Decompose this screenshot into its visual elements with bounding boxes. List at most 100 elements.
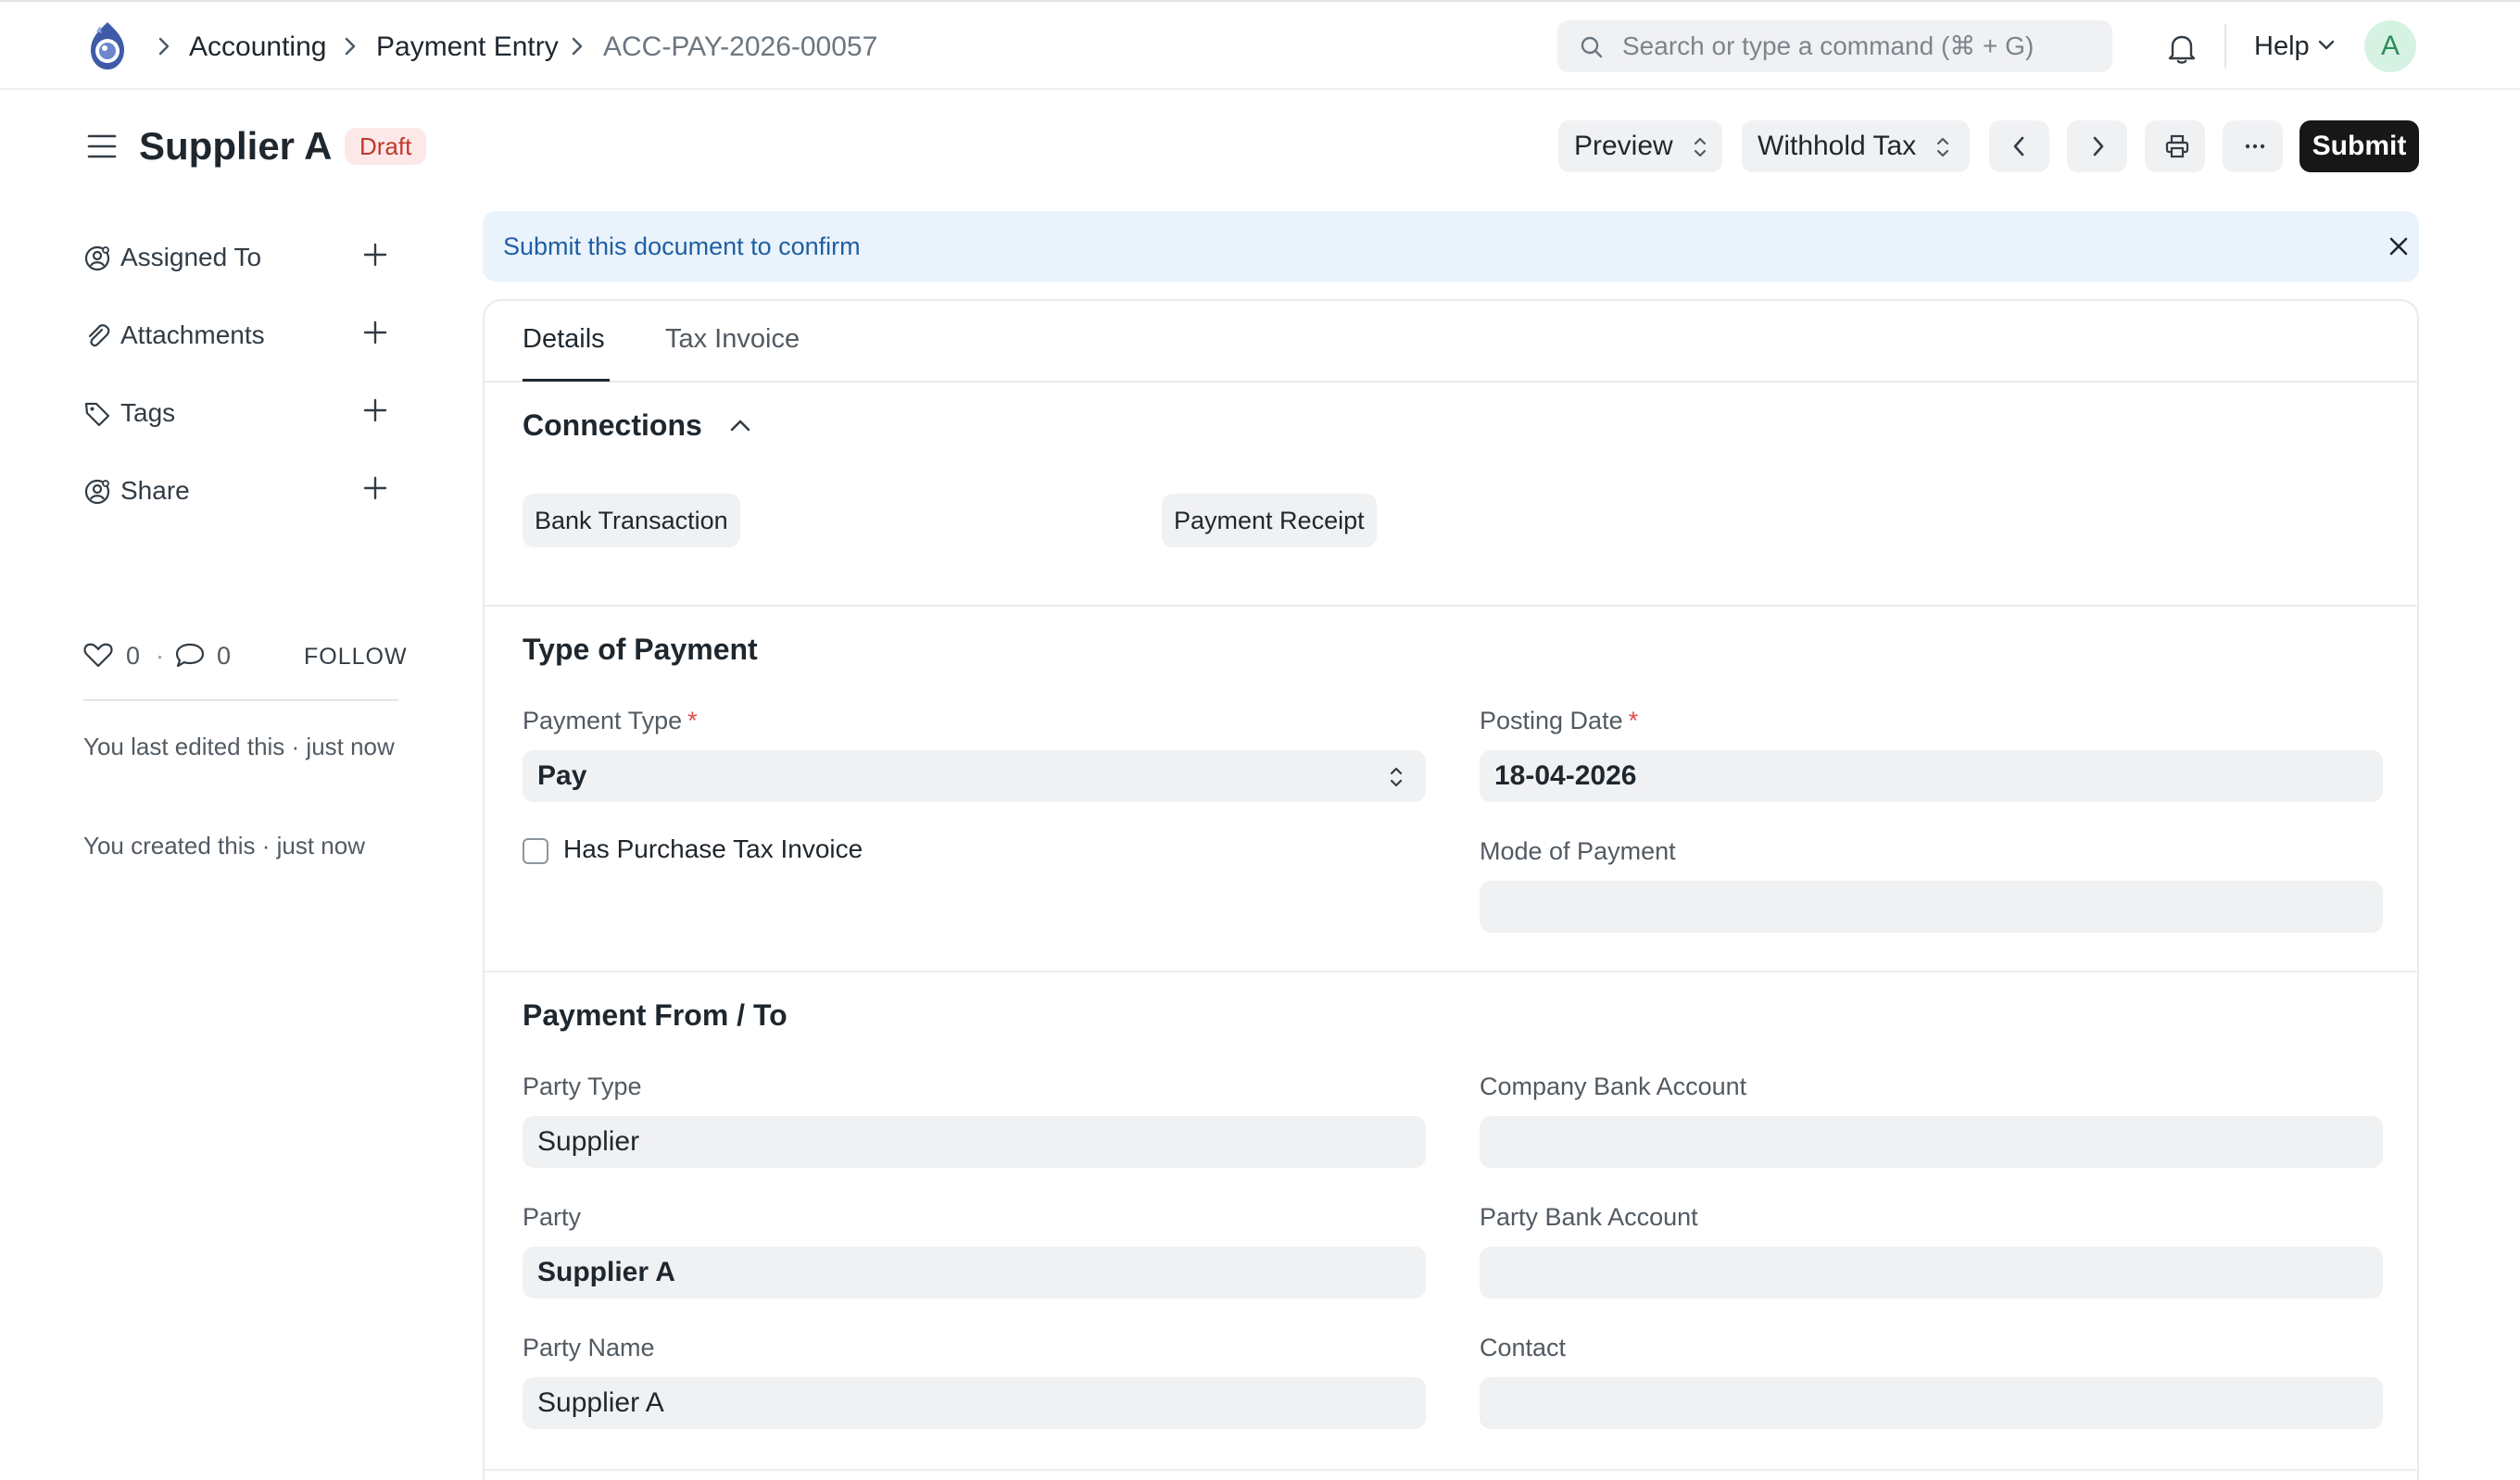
tab-tax-invoice[interactable]: Tax Invoice xyxy=(665,320,800,358)
print-button[interactable] xyxy=(2145,120,2205,172)
next-document-button[interactable] xyxy=(2067,120,2127,172)
section-divider xyxy=(485,1469,2417,1471)
chevron-left-icon xyxy=(2013,136,2024,157)
add-attachment-icon[interactable] xyxy=(361,319,389,351)
previous-document-button[interactable] xyxy=(1989,120,2049,172)
paperclip-icon xyxy=(83,322,111,355)
party-bank-account-label: Party Bank Account xyxy=(1480,1203,1698,1231)
status-badge: Draft xyxy=(345,128,427,165)
party-bank-account-input[interactable] xyxy=(1480,1247,2383,1298)
submit-reminder-alert: Submit this document to confirm xyxy=(483,211,2419,282)
breadcrumb-document-id[interactable]: ACC-PAY-2026-00057 xyxy=(603,29,877,66)
search-icon xyxy=(1581,36,1603,58)
posting-date-input[interactable]: 18-04-2026 xyxy=(1480,750,2383,802)
active-tab-indicator xyxy=(523,379,610,382)
sidebar-item-label: Assigned To xyxy=(120,243,262,271)
updown-icon xyxy=(1694,137,1707,157)
section-divider xyxy=(485,971,2417,972)
sidebar-item-assigned-to[interactable]: Assigned To xyxy=(83,237,398,278)
app-logo-icon[interactable] xyxy=(80,19,135,74)
add-assignment-icon[interactable] xyxy=(361,241,389,273)
party-type-value: Supplier xyxy=(537,1126,640,1157)
user-assign-icon xyxy=(83,245,111,277)
help-menu-button[interactable]: Help xyxy=(2254,28,2310,65)
chevron-right-icon xyxy=(2093,136,2104,157)
party-value: Supplier A xyxy=(537,1257,675,1287)
withhold-tax-button-label: Withhold Tax xyxy=(1758,131,1917,161)
preview-button-label: Preview xyxy=(1574,131,1673,161)
type-of-payment-section-title: Type of Payment xyxy=(523,633,758,666)
likes-count: 0 xyxy=(126,642,141,670)
alert-message: Submit this document to confirm xyxy=(503,232,861,260)
required-marker: * xyxy=(1628,707,1639,734)
sidebar-item-tags[interactable]: Tags xyxy=(83,393,398,433)
submit-button[interactable]: Submit xyxy=(2300,120,2419,172)
required-marker: * xyxy=(687,707,698,734)
heart-icon[interactable] xyxy=(83,641,113,673)
payment-type-label-text: Payment Type xyxy=(523,707,683,734)
breadcrumb-accounting[interactable]: Accounting xyxy=(189,29,326,66)
company-bank-account-label: Company Bank Account xyxy=(1480,1072,1747,1100)
breadcrumb-payment-entry[interactable]: Payment Entry xyxy=(376,29,559,66)
section-divider xyxy=(485,605,2417,607)
user-avatar[interactable]: A xyxy=(2364,20,2416,72)
updown-icon xyxy=(1936,137,1949,157)
more-actions-button[interactable] xyxy=(2223,120,2283,172)
contact-label: Contact xyxy=(1480,1334,1567,1361)
mode-of-payment-label: Mode of Payment xyxy=(1480,837,1676,865)
posting-date-label-text: Posting Date xyxy=(1480,707,1623,734)
party-type-label: Party Type xyxy=(523,1072,642,1100)
sidebar-item-label: Tags xyxy=(120,398,176,427)
activity-created: You created this · just now xyxy=(83,832,365,859)
party-input[interactable]: Supplier A xyxy=(523,1247,1426,1298)
connection-payment-receipt[interactable]: Payment Receipt xyxy=(1162,494,1377,547)
payment-type-value: Pay xyxy=(537,760,587,791)
sidebar-divider xyxy=(83,699,398,701)
close-icon[interactable] xyxy=(2388,235,2410,262)
party-name-label: Party Name xyxy=(523,1334,655,1361)
breadcrumb-chevron-icon xyxy=(154,33,174,59)
has-purchase-tax-invoice-label[interactable]: Has Purchase Tax Invoice xyxy=(563,832,863,867)
sidebar-toggle-icon[interactable] xyxy=(87,132,117,165)
sidebar-item-attachments[interactable]: Attachments xyxy=(83,315,398,356)
party-type-input[interactable]: Supplier xyxy=(523,1116,1426,1168)
posting-date-value: 18-04-2026 xyxy=(1494,760,1637,791)
tag-icon xyxy=(83,400,111,433)
company-bank-account-input[interactable] xyxy=(1480,1116,2383,1168)
add-tag-icon[interactable] xyxy=(361,396,389,429)
updown-icon xyxy=(1390,767,1403,787)
party-name-input[interactable]: Supplier A xyxy=(523,1377,1426,1429)
form-tabs: Details Tax Invoice xyxy=(485,301,2417,383)
sidebar-item-share[interactable]: Share xyxy=(83,470,398,511)
comment-icon[interactable] xyxy=(174,641,206,673)
payment-type-select[interactable]: Pay xyxy=(523,750,1426,802)
mode-of-payment-input[interactable] xyxy=(1480,881,2383,933)
payment-from-to-section-title: Payment From / To xyxy=(523,998,788,1032)
tab-details[interactable]: Details xyxy=(523,320,605,358)
withhold-tax-button[interactable]: Withhold Tax xyxy=(1742,120,1970,172)
activity-last-edited: You last edited this · just now xyxy=(83,733,395,760)
chevron-up-icon[interactable] xyxy=(727,416,753,439)
preview-button[interactable]: Preview xyxy=(1558,120,1722,172)
navbar-divider xyxy=(2224,24,2226,69)
chevron-down-icon[interactable] xyxy=(2317,39,2336,56)
user-share-icon xyxy=(83,478,111,510)
social-stats: 0 · 0 FOLLOW xyxy=(83,637,407,674)
connections-section-title[interactable]: Connections xyxy=(523,405,702,445)
search-bar[interactable] xyxy=(1557,20,2112,72)
add-share-icon[interactable] xyxy=(361,474,389,507)
party-label: Party xyxy=(523,1203,582,1231)
sidebar-item-label: Share xyxy=(120,476,190,505)
notification-bell-icon[interactable] xyxy=(2166,31,2198,69)
form-card: Details Tax Invoice Connections Bank Tra… xyxy=(483,299,2419,1480)
has-purchase-tax-invoice-checkbox[interactable] xyxy=(523,838,548,864)
contact-input[interactable] xyxy=(1480,1377,2383,1429)
separator-dot: · xyxy=(156,642,164,670)
party-name-value: Supplier A xyxy=(537,1387,664,1418)
navbar: Accounting Payment Entry ACC-PAY-2026-00… xyxy=(0,0,2520,90)
connection-bank-transaction[interactable]: Bank Transaction xyxy=(523,494,740,547)
search-input[interactable] xyxy=(1622,28,2095,65)
follow-button[interactable]: FOLLOW xyxy=(304,640,408,673)
sidebar-item-label: Attachments xyxy=(120,320,265,349)
breadcrumb-chevron-icon xyxy=(340,33,360,59)
